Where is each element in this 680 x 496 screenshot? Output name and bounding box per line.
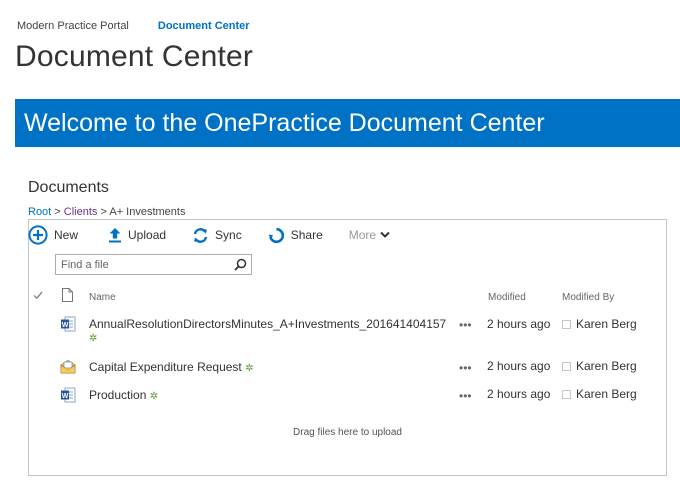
file-name-link[interactable]: Capital Expenditure Request ✲ <box>89 360 254 374</box>
modified-by[interactable]: Karen Berg <box>562 359 637 373</box>
top-navigation: Modern Practice Portal Document Center <box>17 20 250 32</box>
sync-button-label: Sync <box>215 228 242 242</box>
new-item-marker: ✲ <box>245 363 254 374</box>
file-menu-ellipsis[interactable]: ••• <box>459 318 472 332</box>
email-message-icon <box>60 359 76 378</box>
presence-indicator-icon <box>562 319 571 329</box>
presence-indicator-icon <box>562 389 571 399</box>
file-menu-ellipsis[interactable]: ••• <box>459 389 472 403</box>
svg-text:W: W <box>62 393 69 400</box>
command-toolbar: New Upload Sync Share More <box>28 225 416 245</box>
breadcrumb-separator: > <box>97 206 110 218</box>
chevron-down-icon <box>380 231 390 239</box>
new-item-marker: ✲ <box>149 391 159 402</box>
word-document-icon: W <box>60 316 76 335</box>
new-item-marker: ✲ <box>89 333 98 344</box>
file-name-link[interactable]: Production ✲ <box>89 388 158 402</box>
drag-drop-upload-zone[interactable]: Drag files here to upload <box>28 427 667 438</box>
search-icon[interactable] <box>234 258 247 276</box>
share-button-label: Share <box>290 228 323 242</box>
breadcrumb-current: A+ Investments <box>109 206 186 218</box>
file-name-text: Capital Expenditure Request <box>89 360 242 374</box>
column-header-modified[interactable]: Modified <box>488 292 526 303</box>
file-name-text: Production <box>89 388 147 402</box>
modified-by-name[interactable]: Karen Berg <box>576 317 637 331</box>
find-file-search-box <box>55 254 252 275</box>
select-all-checkmark-icon[interactable] <box>33 290 43 303</box>
file-modified: 2 hours ago <box>487 387 551 401</box>
breadcrumb-clients[interactable]: Clients <box>64 206 98 218</box>
modified-by-name[interactable]: Karen Berg <box>576 359 637 373</box>
file-modified: 2 hours ago <box>487 317 551 331</box>
modified-by[interactable]: Karen Berg <box>562 387 637 401</box>
plus-circle-icon <box>28 225 48 245</box>
breadcrumb-root[interactable]: Root <box>28 206 51 218</box>
new-button[interactable]: New <box>28 225 78 245</box>
upload-arrow-icon <box>108 227 122 243</box>
sync-button[interactable]: Sync <box>192 227 242 244</box>
column-header-modified-by[interactable]: Modified By <box>562 292 614 303</box>
find-file-input[interactable] <box>56 255 226 275</box>
column-header-row: Name Modified Modified By <box>0 288 680 306</box>
sync-icon <box>192 227 209 244</box>
document-type-icon[interactable] <box>62 288 73 305</box>
column-header-name[interactable]: Name <box>89 292 116 303</box>
banner-text: Welcome to the OnePractice Document Cent… <box>24 109 545 137</box>
svg-text:W: W <box>62 322 69 329</box>
file-modified: 2 hours ago <box>487 359 551 373</box>
presence-indicator-icon <box>562 361 571 371</box>
share-icon <box>268 227 285 244</box>
site-link[interactable]: Modern Practice Portal <box>17 20 129 32</box>
more-button[interactable]: More <box>349 228 390 242</box>
documents-title[interactable]: Documents <box>28 179 109 197</box>
upload-button-label: Upload <box>128 228 167 242</box>
breadcrumb-separator: > <box>51 206 64 218</box>
welcome-banner: Welcome to the OnePractice Document Cent… <box>15 99 680 147</box>
share-button[interactable]: Share <box>268 227 323 244</box>
upload-button[interactable]: Upload <box>108 227 166 243</box>
modified-by[interactable]: Karen Berg <box>562 317 637 331</box>
file-name-link[interactable]: AnnualResolutionDirectorsMinutes_A+Inves… <box>89 317 446 331</box>
page-title: Document Center <box>15 40 254 73</box>
current-site-link[interactable]: Document Center <box>158 20 250 32</box>
word-document-icon: W <box>60 387 76 406</box>
file-menu-ellipsis[interactable]: ••• <box>459 361 472 375</box>
more-button-label: More <box>348 228 377 242</box>
modified-by-name[interactable]: Karen Berg <box>576 387 637 401</box>
breadcrumb: Root > Clients > A+ Investments <box>28 206 185 218</box>
new-button-label: New <box>54 228 79 242</box>
